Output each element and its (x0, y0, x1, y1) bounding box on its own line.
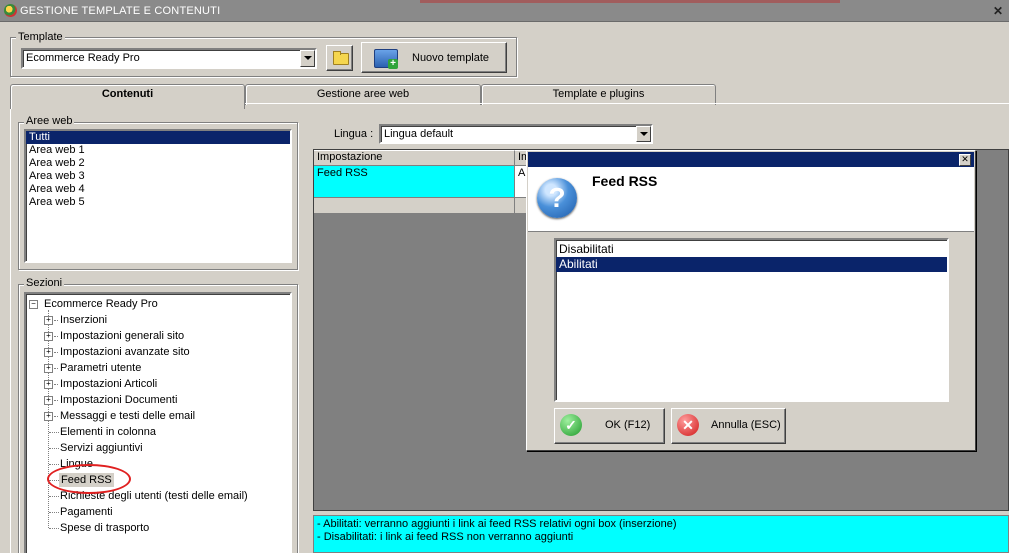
tab-contenuti-label: Contenuti (101, 88, 154, 100)
tree-line (54, 336, 58, 337)
template-combo[interactable]: Ecommerce Ready Pro (21, 48, 317, 69)
expand-icon[interactable]: + (44, 332, 53, 341)
tree-line (49, 464, 59, 465)
dialog-header: ? Feed RSS (528, 167, 974, 232)
new-template-button[interactable]: + Nuovo template (361, 42, 507, 73)
description-panel: - Abilitati: verranno aggiunti i link ai… (313, 515, 1009, 553)
cancel-button[interactable]: ✕ Annulla (ESC) (671, 408, 786, 444)
tree-root-label: Ecommerce Ready Pro (44, 298, 158, 310)
window-title: GESTIONE TEMPLATE E CONTENUTI (20, 5, 221, 17)
description-line: - Abilitati: verranno aggiunti i link ai… (317, 518, 677, 530)
sezioni-legend: Sezioni (24, 277, 65, 289)
expand-icon[interactable]: + (44, 364, 53, 373)
grid-header-impostazione[interactable]: Impostazione (314, 150, 515, 166)
dialog-title: Feed RSS (592, 173, 658, 189)
title-strip (420, 0, 840, 3)
aree-web-legend: Aree web (24, 115, 75, 127)
table-row-empty (314, 198, 515, 214)
tree-line (49, 496, 59, 497)
new-template-label: Nuovo template (412, 52, 490, 64)
expand-icon[interactable]: + (44, 396, 53, 405)
tree-item-label: Inserzioni (60, 314, 108, 326)
lingua-combo-value: Lingua default (384, 128, 454, 140)
expand-icon[interactable]: + (44, 316, 53, 325)
template-legend: Template (16, 31, 65, 43)
tab-gestione-aree-web-label: Gestione aree web (316, 88, 410, 100)
tree-line (54, 384, 58, 385)
cancel-label: Annulla (ESC) (711, 419, 781, 431)
dialog-options-list[interactable]: Disabilitati Abilitati (554, 238, 949, 402)
list-item[interactable]: Disabilitati (556, 242, 947, 257)
tree-item-label: Elementi in colonna (60, 426, 157, 438)
check-icon: ✓ (560, 414, 582, 436)
table-row[interactable]: Feed RSS (314, 166, 515, 198)
tree-item-label: Impostazioni Documenti (60, 394, 178, 406)
tab-gestione-aree-web[interactable]: Gestione aree web (245, 84, 481, 105)
tab-template-e-plugins-label: Template e plugins (552, 88, 645, 100)
list-item[interactable]: Area web 5 (26, 196, 290, 209)
tree-item-label: Servizi aggiuntivi (60, 442, 143, 454)
close-icon[interactable]: ✕ (959, 154, 971, 166)
lingua-combo[interactable]: Lingua default (379, 124, 653, 144)
tree-line (49, 528, 59, 529)
aree-web-list[interactable]: Tutti Area web 1 Area web 2 Area web 3 A… (24, 129, 292, 263)
list-item[interactable]: Area web 4 (26, 183, 290, 196)
tab-contenuti[interactable]: Contenuti (10, 84, 245, 109)
grid-header-label: Impostazione (317, 151, 383, 163)
tree-line (49, 432, 59, 433)
feed-rss-dialog: ✕ ? Feed RSS Disabilitati Abilitati ✓ OK… (526, 150, 976, 451)
tree-line (54, 416, 58, 417)
plus-icon: + (388, 59, 398, 69)
expand-icon[interactable]: + (44, 380, 53, 389)
sezioni-tree[interactable]: − Ecommerce Ready Pro + Inserzioni + Imp… (24, 292, 292, 553)
tree-item-label: Spese di trasporto (60, 522, 150, 534)
app-icon (4, 4, 17, 17)
expand-icon[interactable]: + (44, 348, 53, 357)
tree-item-label: Impostazioni Articoli (60, 378, 158, 390)
list-item[interactable]: Area web 1 (26, 144, 290, 157)
tree-item-label: Parametri utente (60, 362, 142, 374)
collapse-icon[interactable]: − (29, 300, 38, 309)
cancel-icon: ✕ (677, 414, 699, 436)
tree-item-label: Impostazioni avanzate sito (60, 346, 190, 358)
list-item[interactable]: Abilitati (556, 257, 947, 272)
tree-line (54, 320, 58, 321)
description-line: - Disabilitati: i link ai feed RSS non v… (317, 531, 574, 543)
template-combo-value: Ecommerce Ready Pro (26, 52, 140, 64)
tree-line (54, 352, 58, 353)
tab-template-e-plugins[interactable]: Template e plugins (481, 84, 716, 105)
folder-icon-tab (333, 51, 341, 55)
tree-item-label: Messaggi e testi delle email (60, 410, 196, 422)
annotation-circle (47, 464, 131, 494)
title-bar: GESTIONE TEMPLATE E CONTENUTI ✕ (0, 0, 1009, 22)
tree-item-label: Impostazioni generali sito (60, 330, 185, 342)
tree-line (49, 512, 59, 513)
tree-line (54, 400, 58, 401)
dialog-title-bar[interactable]: ✕ (528, 152, 974, 167)
chevron-down-icon[interactable] (300, 50, 315, 67)
grid-cell-name: Feed RSS (317, 167, 368, 179)
tree-line (49, 448, 59, 449)
tree-line (54, 368, 58, 369)
list-item[interactable]: Area web 3 (26, 170, 290, 183)
chevron-down-icon[interactable] (636, 126, 651, 142)
tree-item-label: Pagamenti (60, 506, 113, 518)
lingua-label: Lingua : (334, 128, 374, 140)
expand-icon[interactable]: + (44, 412, 53, 421)
question-icon: ? (537, 178, 577, 218)
list-item[interactable]: Tutti (26, 131, 290, 144)
list-item[interactable]: Area web 2 (26, 157, 290, 170)
window-close-icon[interactable]: ✕ (993, 4, 1003, 18)
ok-button[interactable]: ✓ OK (F12) (554, 408, 665, 444)
open-folder-button[interactable] (326, 45, 353, 71)
ok-label: OK (F12) (605, 419, 651, 431)
